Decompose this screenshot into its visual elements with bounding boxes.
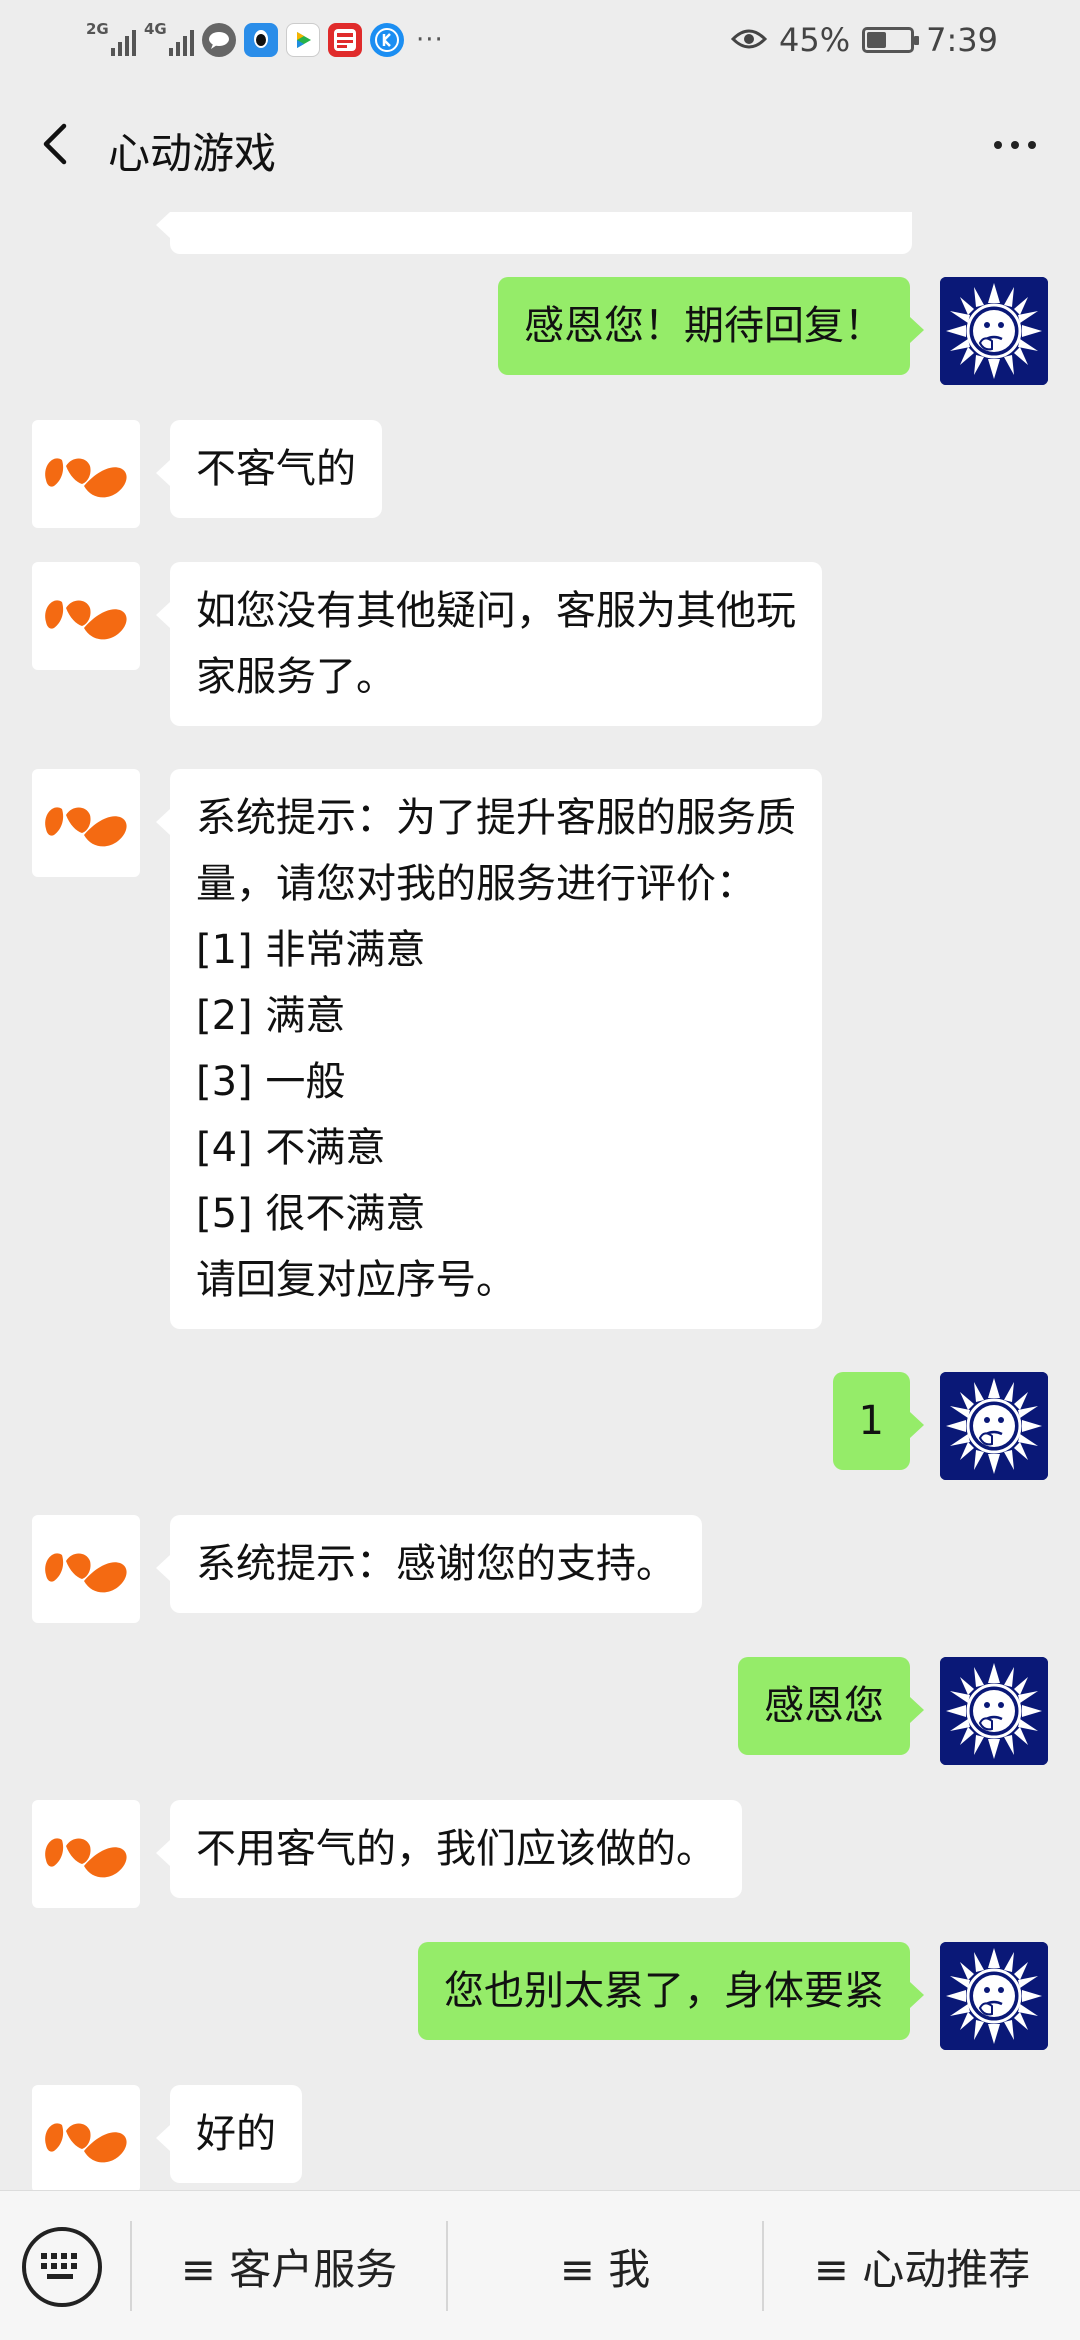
message-bubble-received: 不客气的 [156, 420, 382, 518]
xd-logo-icon [32, 2085, 140, 2190]
signal-2g-icon: 2G [86, 20, 136, 60]
xd-logo-icon [32, 420, 140, 528]
message-icon [202, 23, 236, 57]
bot-avatar[interactable] [32, 1800, 140, 1908]
message-bubble-received: 好的 [156, 2085, 302, 2183]
bot-avatar[interactable] [32, 769, 140, 877]
sun-avatar-icon [940, 1942, 1048, 2050]
network-type-2: 4G [144, 20, 167, 38]
user-avatar[interactable] [940, 1942, 1048, 2050]
clock: 7:39 [926, 21, 998, 59]
video-app-icon [286, 23, 320, 57]
battery-percent: 45% [779, 21, 851, 59]
sun-avatar-icon [940, 277, 1048, 385]
message-bubble-received: 系统提示：感谢您的支持。 [156, 1515, 702, 1613]
menu-customer-service[interactable]: ≡ 客户服务 [132, 2191, 446, 2340]
back-arrow-icon[interactable] [28, 114, 88, 174]
message-bubble-sent: 感恩您！期待回复！ [498, 277, 924, 375]
status-bar-right: 45% 7:39 [730, 18, 998, 62]
nav-bar: 心动游戏 [0, 80, 1080, 212]
more-dots-icon[interactable] [980, 120, 1050, 170]
keyboard-icon[interactable] [22, 2227, 102, 2307]
user-avatar[interactable] [940, 1372, 1048, 1480]
user-avatar[interactable] [940, 277, 1048, 385]
message-bubble-sent: 感恩您 [738, 1657, 924, 1755]
signal-4g-icon: 4G [144, 20, 194, 60]
bot-avatar[interactable] [32, 562, 140, 670]
battery-icon [862, 27, 920, 53]
chat-message-list[interactable]: 感恩您！期待回复！ 不客气的 如您没有其他疑问，客服为其他玩 家服务了。 系统提… [0, 212, 1080, 2190]
xd-logo-icon [32, 562, 140, 670]
xd-logo-icon [32, 1515, 140, 1623]
status-bar: 2G 4G ··· 45% 7:39 [0, 0, 1080, 80]
bot-avatar[interactable] [32, 1515, 140, 1623]
network-type-1: 2G [86, 20, 109, 38]
xd-logo-icon [32, 1800, 140, 1908]
message-bubble-received: 如您没有其他疑问，客服为其他玩 家服务了。 [156, 562, 822, 726]
message-bubble-received [156, 212, 912, 254]
message-bubble-received: 系统提示：为了提升客服的服务质 量，请您对我的服务进行评价： [1] 非常满意 … [156, 769, 822, 1329]
status-bar-left: 2G 4G ··· [86, 18, 444, 62]
page-title: 心动游戏 [108, 129, 277, 178]
menu-me[interactable]: ≡ 我 [448, 2191, 762, 2340]
sun-avatar-icon [940, 1657, 1048, 1765]
sun-avatar-icon [940, 1372, 1048, 1480]
bottom-menu-bar: ≡ 客户服务 ≡ 我 ≡ 心动推荐 [0, 2190, 1080, 2340]
kugou-app-icon [370, 23, 404, 57]
news-app-icon [328, 23, 362, 57]
xd-logo-icon [32, 769, 140, 877]
bot-avatar[interactable] [32, 2085, 140, 2190]
menu-recommend[interactable]: ≡ 心动推荐 [764, 2191, 1080, 2340]
message-bubble-sent: 1 [832, 1372, 925, 1470]
message-bubble-sent: 您也别太累了，身体要紧 [418, 1942, 924, 2040]
eye-comfort-icon [730, 21, 768, 59]
status-overflow: ··· [416, 25, 444, 55]
qq-app-icon [244, 23, 278, 57]
user-avatar[interactable] [940, 1657, 1048, 1765]
message-bubble-received: 不用客气的，我们应该做的。 [156, 1800, 742, 1898]
bot-avatar[interactable] [32, 420, 140, 528]
